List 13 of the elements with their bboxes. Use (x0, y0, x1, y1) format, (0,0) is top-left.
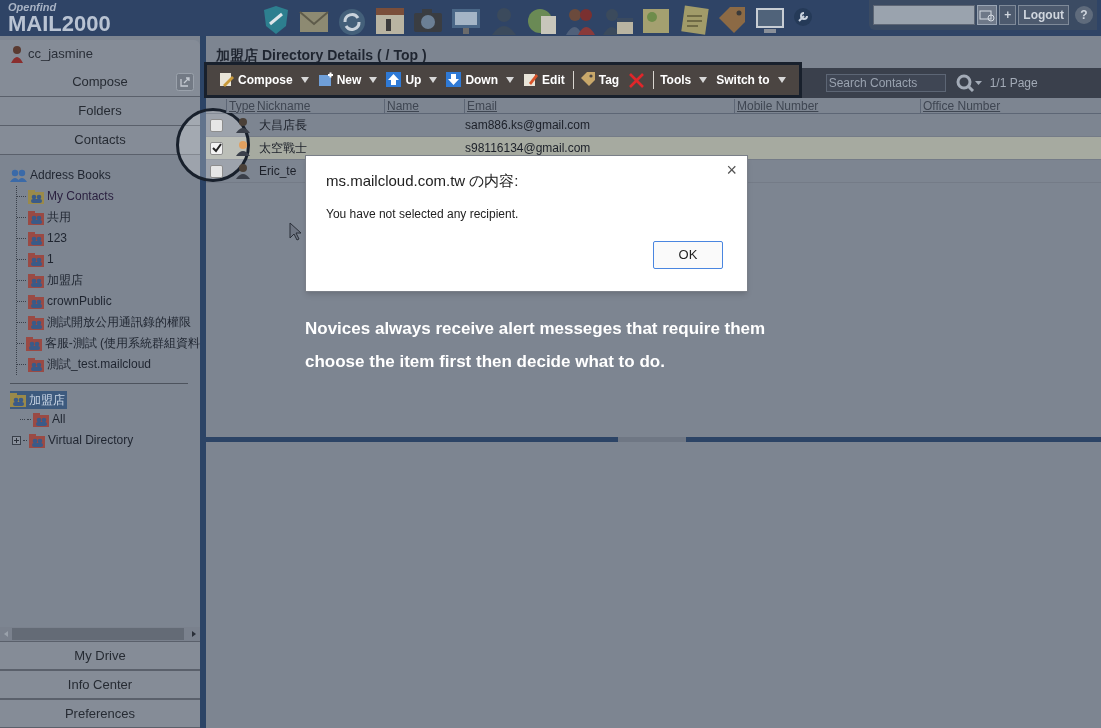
brand-logo: MAIL2000 (8, 12, 111, 35)
annotation-text: Novices always receive alert messeges that require them (305, 318, 766, 340)
page-indicator: 1/1 Page (989, 75, 1038, 92)
dialog-title: ms.mailcloud.com.tw の内容: (326, 171, 519, 191)
annotation-text: choose the item first then decide what to do. (305, 351, 666, 373)
table-cell: 太空戰士 (259, 141, 307, 155)
table-cell: 大昌店長 (259, 118, 307, 132)
table-cell: sam886.ks@gmail.com (465, 118, 590, 132)
dialog-message: You have not selected any recipient. (326, 205, 519, 223)
table-cell: Eric_te (259, 164, 297, 178)
table-cell: s98116134@gmail.com (465, 141, 591, 155)
user-name: cc_jasmine (28, 45, 94, 64)
brand-subtitle: Openfind (8, 1, 58, 13)
